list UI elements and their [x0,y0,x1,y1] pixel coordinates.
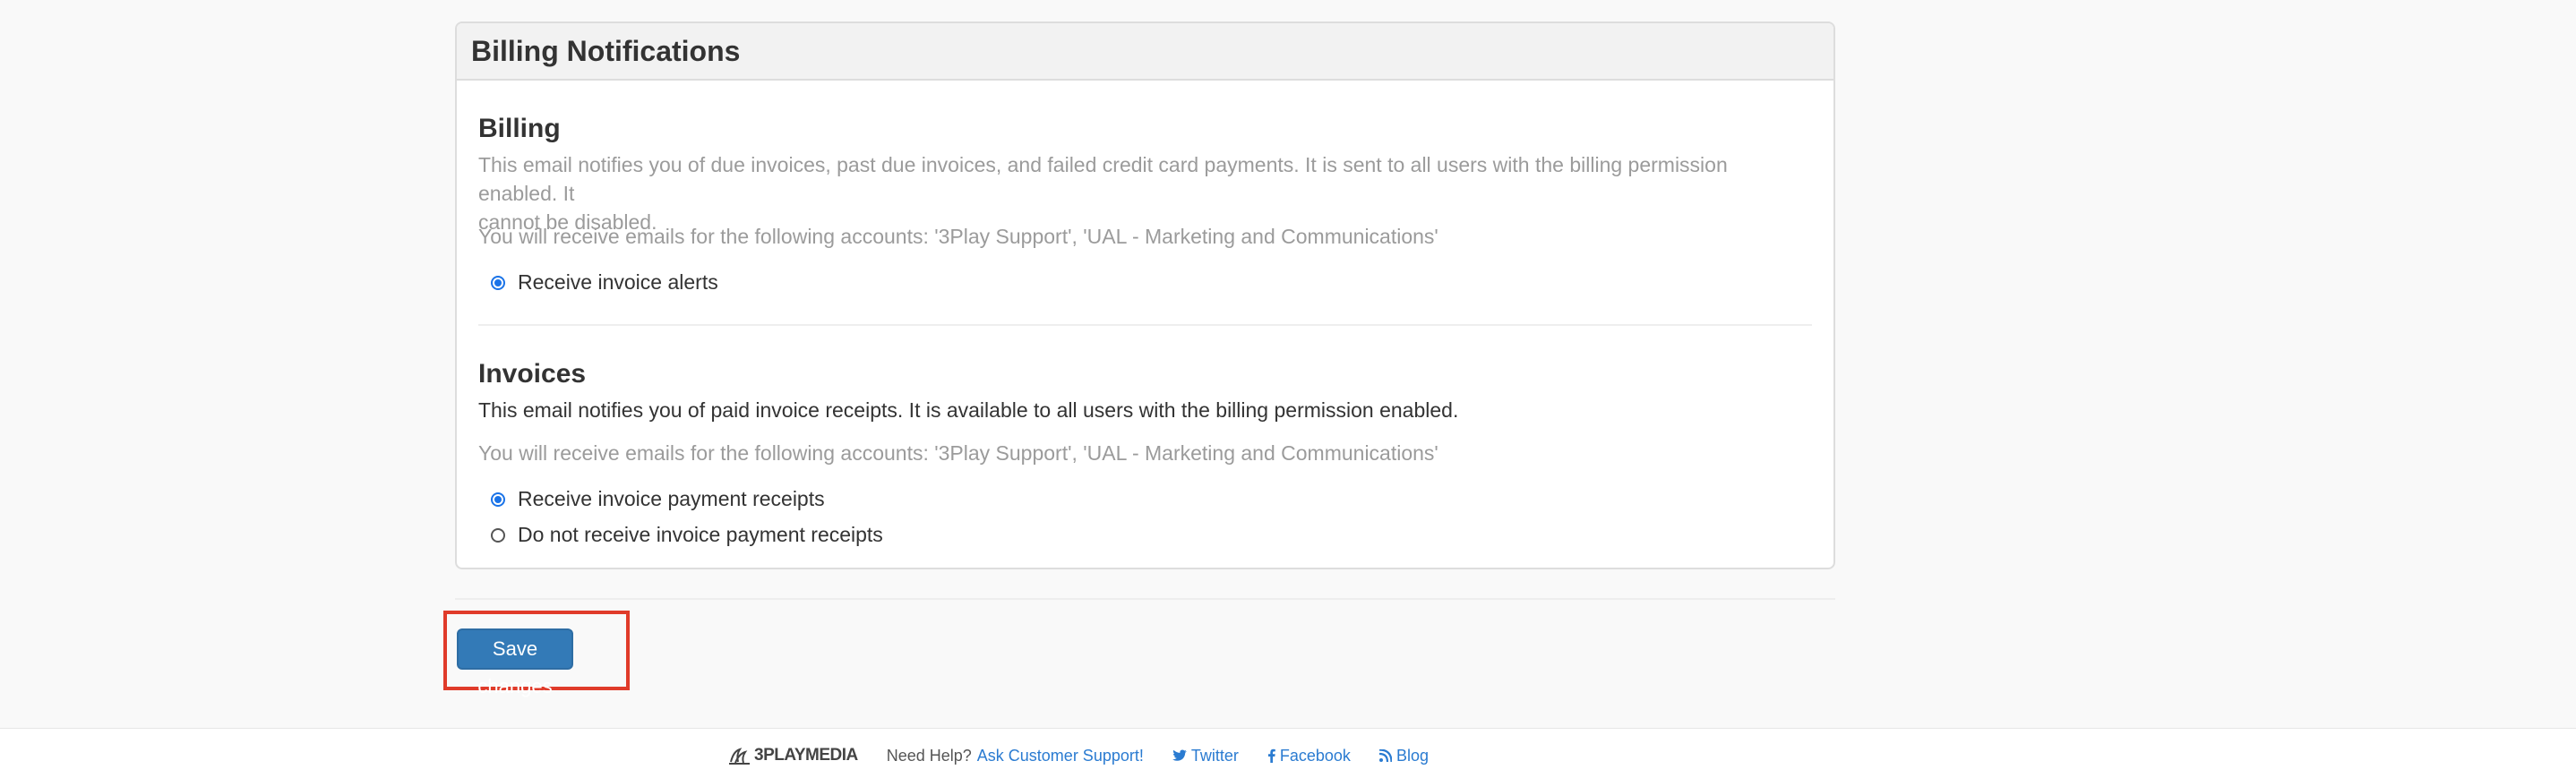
footer: 3PLAYMEDIA Need Help? Ask Customer Suppo… [0,728,2576,778]
radio-checked-icon[interactable] [491,275,505,290]
billing-section: Billing [478,113,1812,145]
3playmedia-logo[interactable]: 3PLAYMEDIA [728,746,858,765]
billing-title: Billing [478,114,561,143]
radio-unchecked-icon[interactable] [491,527,505,543]
facebook-link[interactable]: Facebook [1267,747,1351,765]
ask-support-link[interactable]: Ask Customer Support! [977,747,1144,765]
billing-accounts-text: You will receive emails for the followin… [478,225,1438,248]
billing-notifications-panel: Billing Notifications Billing This email… [455,21,1835,569]
twitter-label: Twitter [1190,746,1239,765]
radio-label: Receive invoice alerts [518,270,718,294]
radio-label: Receive invoice payment receipts [518,487,825,510]
twitter-icon [1172,749,1187,762]
invoices-title: Invoices [478,359,587,389]
facebook-icon [1267,748,1275,763]
billing-accounts: You will receive emails for the followin… [478,222,1812,251]
billing-description-line1: This email notifies you of due invoices,… [478,153,1728,205]
twitter-link[interactable]: Twitter [1172,747,1239,765]
form-divider [455,598,1835,600]
logo-text: 3PLAYMEDIA [754,746,858,765]
panel-title: Billing Notifications [457,23,1833,81]
invoices-section: Invoices [478,358,1812,390]
blog-link[interactable]: Blog [1378,746,1429,765]
logo-icon [729,748,750,765]
need-help-text: Need Help? [886,746,972,765]
save-changes-button[interactable]: Save changes [457,628,573,697]
invoices-description: This email notifies you of paid invoice … [478,396,1812,424]
footer-content: 3PLAYMEDIA Need Help? Ask Customer Suppo… [728,746,1429,765]
radio-checked-icon[interactable] [491,492,505,507]
rss-icon [1378,749,1392,762]
blog-label: Blog [1395,746,1429,765]
invoices-accounts: You will receive emails for the followin… [478,439,1812,467]
facebook-label: Facebook [1279,746,1351,765]
invoices-accounts-text: You will receive emails for the followin… [478,441,1438,465]
radio-no-payment-receipts[interactable]: Do not receive invoice payment receipts [491,523,883,547]
radio-receive-payment-receipts[interactable]: Receive invoice payment receipts [491,487,825,511]
radio-receive-invoice-alerts[interactable]: Receive invoice alerts [491,270,718,295]
section-divider [478,324,1812,326]
radio-label: Do not receive invoice payment receipts [518,523,883,546]
invoices-description-text: This email notifies you of paid invoice … [478,398,1459,422]
